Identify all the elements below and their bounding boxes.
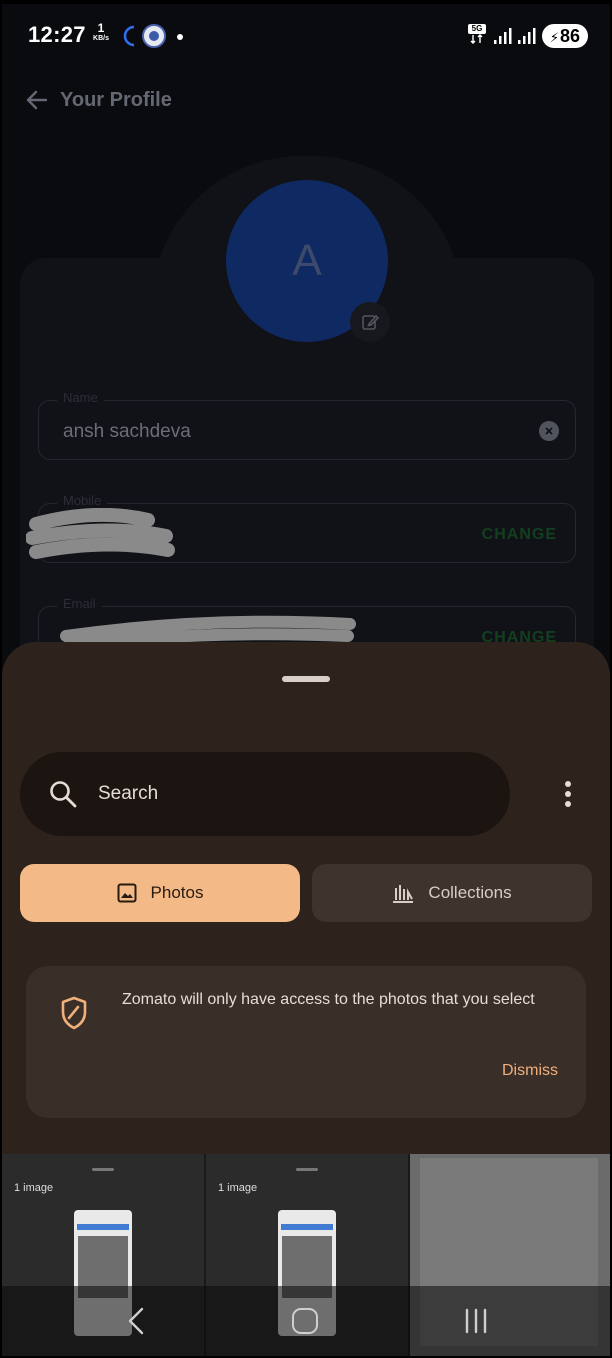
- status-time: 12:27: [28, 22, 86, 47]
- access-notice-text: Zomato will only have access to the phot…: [122, 991, 535, 1008]
- thumbnail-label: 1 image: [14, 1182, 54, 1194]
- back-arrow-icon[interactable]: [24, 87, 50, 113]
- avatar-letter: A: [292, 236, 322, 285]
- sheet-drag-handle[interactable]: [282, 676, 330, 682]
- shield-icon: [61, 996, 87, 1030]
- more-options-icon[interactable]: [558, 778, 578, 810]
- navigation-bar: [2, 1286, 610, 1356]
- crescent-icon: [123, 25, 135, 47]
- nav-recents-icon[interactable]: [462, 1308, 490, 1334]
- app-notification-icon: [142, 24, 166, 48]
- edit-pencil-icon: [362, 314, 379, 330]
- photo-icon: [117, 883, 137, 903]
- page-title: Your Profile: [60, 88, 172, 111]
- tab-collections[interactable]: Collections: [312, 864, 592, 922]
- tab-photos[interactable]: Photos: [20, 864, 300, 922]
- battery-indicator: ⚡86: [542, 24, 588, 48]
- network-speed-unit: KB/s: [93, 35, 109, 42]
- name-field-value: ansh sachdeva: [63, 421, 191, 442]
- thumbnail-handle: [296, 1168, 318, 1171]
- network-type-label: 5G: [468, 24, 486, 34]
- edit-avatar-button[interactable]: [350, 302, 390, 342]
- dismiss-button[interactable]: Dismiss: [502, 1062, 558, 1080]
- notification-dot-icon: [177, 34, 183, 40]
- access-notice-card: Zomato will only have access to the phot…: [26, 966, 586, 1118]
- mobile-field-label: Mobile: [57, 493, 108, 508]
- tab-collections-label: Collections: [428, 883, 512, 902]
- header: Your Profile: [24, 84, 172, 116]
- name-field-label: Name: [57, 390, 104, 405]
- search-bar[interactable]: Search: [20, 752, 510, 836]
- name-field[interactable]: Name ansh sachdeva: [38, 390, 576, 460]
- network-type-icon: 5G: [468, 24, 486, 46]
- network-speed: 1 KB/s: [88, 22, 114, 42]
- change-mobile-button[interactable]: CHANGE: [482, 526, 557, 544]
- search-placeholder: Search: [98, 783, 159, 804]
- nav-home-icon[interactable]: [292, 1308, 318, 1334]
- charging-bolt-icon: ⚡: [549, 30, 560, 45]
- thumbnail-label: 1 image: [218, 1182, 258, 1194]
- clear-icon[interactable]: [539, 421, 559, 441]
- screen: 12:27 1 KB/s 5G ⚡86 Your Profile A Name …: [2, 4, 610, 1356]
- signal-strength-icon: [494, 28, 512, 44]
- search-icon: [50, 781, 77, 808]
- nav-back-icon[interactable]: [124, 1306, 148, 1336]
- email-field-label: Email: [57, 596, 102, 611]
- network-speed-value: 1: [97, 21, 105, 35]
- collections-icon: [393, 885, 414, 903]
- redaction-scribble: [26, 508, 175, 559]
- status-bar: 12:27 1 KB/s 5G ⚡86: [2, 4, 610, 64]
- battery-level: 86: [560, 26, 581, 46]
- signal-strength-icon-2: [518, 28, 536, 44]
- thumbnail-handle: [92, 1168, 114, 1171]
- tab-photos-label: Photos: [150, 883, 204, 902]
